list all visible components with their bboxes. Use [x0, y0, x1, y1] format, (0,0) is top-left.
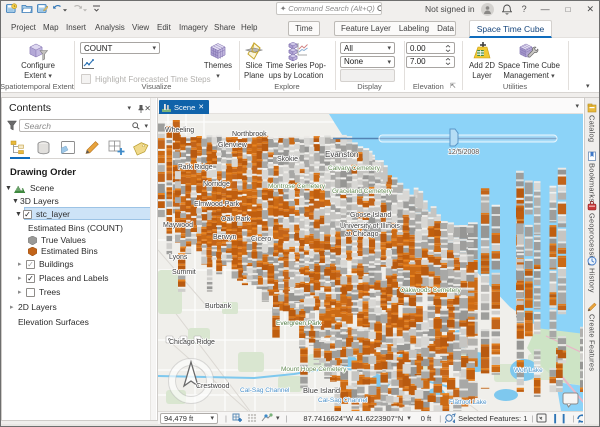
svg-text:Northbrook: Northbrook: [232, 131, 267, 138]
svg-text:Oakwoods Cemetery: Oakwoods Cemetery: [400, 287, 461, 294]
svg-text:Evergreen Park: Evergreen Park: [276, 320, 322, 327]
svg-text:Skokie: Skokie: [277, 156, 298, 163]
svg-text:at Chicago: at Chicago: [345, 231, 379, 238]
svg-text:Glenview: Glenview: [218, 142, 248, 149]
svg-text:12/5/2008: 12/5/2008: [448, 149, 479, 156]
svg-text:Blue Island: Blue Island: [303, 386, 340, 395]
svg-text:Cicero: Cicero: [251, 236, 271, 243]
svg-text:Mount Hope Cemetery: Mount Hope Cemetery: [281, 366, 347, 373]
svg-text:Wheeling: Wheeling: [165, 127, 194, 134]
svg-text:Cal-Sag Channel: Cal-Sag Channel: [240, 387, 290, 394]
svg-text:Berwyn: Berwyn: [213, 234, 236, 241]
svg-text:Summit: Summit: [172, 269, 196, 276]
svg-text:Calvary Cemetery: Calvary Cemetery: [328, 165, 381, 172]
svg-text:Oak Park: Oak Park: [221, 216, 251, 223]
svg-text:Crestwood: Crestwood: [196, 383, 230, 390]
svg-text:Norridge: Norridge: [203, 181, 230, 188]
svg-text:Evanston: Evanston: [325, 150, 358, 159]
svg-text:Park Ridge: Park Ridge: [178, 164, 213, 171]
svg-text:Chicago Ridge: Chicago Ridge: [169, 339, 215, 346]
svg-text:Flatfoot Lake: Flatfoot Lake: [449, 399, 487, 406]
svg-text:Burbank: Burbank: [205, 303, 232, 310]
svg-text:Elmwood Park: Elmwood Park: [194, 201, 240, 208]
svg-text:Graceland Cemetery: Graceland Cemetery: [332, 188, 393, 195]
svg-text:Wolf Lake: Wolf Lake: [514, 367, 543, 374]
svg-text:Cal-Sag Channel: Cal-Sag Channel: [318, 397, 368, 404]
svg-text:University of Illinois: University of Illinois: [340, 223, 400, 230]
svg-text:Lyons: Lyons: [169, 254, 188, 261]
svg-text:Maywood: Maywood: [163, 222, 193, 229]
svg-text:Montrose Cemetery: Montrose Cemetery: [268, 183, 326, 190]
svg-text:Goose Island: Goose Island: [350, 212, 391, 219]
